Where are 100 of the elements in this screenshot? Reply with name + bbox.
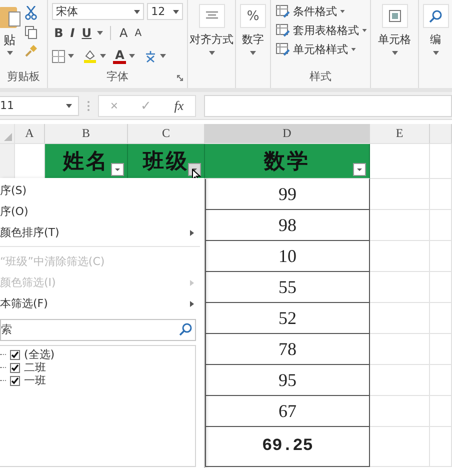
borders-icon[interactable] [52,50,66,62]
align-center-icon [206,11,218,21]
checkbox[interactable] [10,350,20,360]
header-text: 班级 [143,148,189,175]
empty-cell [370,210,430,241]
empty-cell [370,179,430,210]
paste-label[interactable]: 贴 [4,32,16,49]
search-field[interactable]: 索 [0,319,196,341]
empty-cell [430,303,452,334]
empty-cell [370,334,430,365]
font-name-dropdown[interactable]: 宋体 [52,3,144,20]
caret-icon[interactable] [250,51,256,55]
percent-button[interactable]: % [240,4,266,28]
header-text: 姓名 [63,148,109,175]
filter-dropdown-icon[interactable] [111,163,124,176]
menu-item[interactable]: 序(O) [0,201,204,222]
value-label[interactable]: (全选) [24,347,55,362]
caret-icon[interactable] [173,10,180,14]
grip-icon [87,100,90,112]
editing-label[interactable]: 编 [430,32,442,47]
empty-cell [370,272,430,303]
menu-item[interactable]: 本筛选(F) [0,293,204,314]
caret-icon[interactable] [96,31,102,35]
empty-cell [430,210,452,241]
empty-cell [370,241,430,272]
search-button[interactable] [422,4,449,28]
submenu-arrow-icon [190,230,194,236]
caret-icon[interactable] [100,54,106,58]
column-header[interactable]: E [370,124,430,144]
underline-button[interactable]: U [80,26,94,40]
filter-dropdown-icon[interactable] [353,163,366,176]
cell-icon [388,10,401,22]
empty-cell [430,365,452,396]
formula-input[interactable] [204,94,452,116]
scissors-icon[interactable] [24,6,37,20]
search-icon [429,10,442,22]
group-label: 样式 [308,69,333,84]
number-label[interactable]: 数字 [242,32,264,47]
header-text: 数学 [264,148,310,175]
column-header[interactable]: A [15,124,45,144]
menu-item[interactable]: 序(S) [0,180,204,201]
alignment-label[interactable]: 对齐方式 [190,32,234,47]
value-label[interactable]: 一班 [24,373,46,388]
bold-button[interactable]: B [52,26,66,40]
table-style-icon[interactable] [276,5,290,18]
caret-icon[interactable] [66,104,72,108]
caret-icon[interactable] [68,54,74,58]
empty-cell [430,396,452,427]
column-header[interactable]: D [205,124,370,144]
menu-item[interactable]: 颜色排序(T) [0,222,204,243]
checkbox[interactable] [10,362,20,372]
table-style-icon[interactable] [276,24,290,37]
caret-icon[interactable] [160,54,166,58]
cells-label[interactable]: 单元格 [378,32,412,47]
group-label: 剪贴板 [6,69,42,84]
caret-icon[interactable] [208,51,215,55]
submenu-arrow-icon [190,300,194,306]
empty-cell [430,179,452,210]
submenu-arrow-icon [190,280,194,286]
empty-cell [370,303,430,334]
font-size-dropdown[interactable]: 12 [147,3,184,20]
empty-cell [430,272,452,303]
align-button[interactable] [198,4,225,28]
caret-icon[interactable] [350,48,356,51]
decrease-font-button[interactable]: A [132,28,144,38]
increase-font-button[interactable]: A [118,26,130,40]
launcher-icon[interactable] [177,75,184,81]
font-color-button[interactable]: A [113,48,126,64]
value-label[interactable]: 二班 [24,360,46,375]
name-box[interactable]: 11 [0,96,79,116]
caret-icon[interactable] [129,54,136,58]
insert-function-button[interactable]: fx [170,98,188,114]
empty-cell [430,334,452,365]
column-header[interactable]: B [45,124,128,144]
caret-icon[interactable] [432,51,439,55]
phonetic-icon[interactable] [144,50,158,62]
triangle-icon [4,133,12,141]
checkbox[interactable] [10,376,20,386]
fill-color-icon[interactable] [83,49,98,63]
empty-cell [430,241,452,272]
table-style-icon[interactable] [276,43,290,56]
copy-icon[interactable] [24,26,37,39]
cells-button[interactable] [382,4,408,28]
caret-icon[interactable] [362,29,367,32]
caret-icon[interactable] [340,10,345,13]
empty-cell [370,365,430,396]
style-menu-item[interactable]: 条件格式 [292,4,337,19]
caret-icon[interactable] [6,51,13,55]
clipboard-icon[interactable] [0,4,21,30]
search-icon [179,323,192,336]
style-menu-item[interactable]: 套用表格格式 [292,23,359,38]
italic-button[interactable]: I [68,26,77,40]
column-header[interactable]: C [128,124,205,144]
empty-cell [370,427,430,467]
caret-icon[interactable] [134,10,140,14]
style-menu-item[interactable]: 单元格样式 [292,42,348,57]
empty-cell [370,396,430,427]
empty-cell [430,427,452,467]
group-label: 字体 [106,69,129,84]
caret-icon[interactable] [392,51,398,55]
